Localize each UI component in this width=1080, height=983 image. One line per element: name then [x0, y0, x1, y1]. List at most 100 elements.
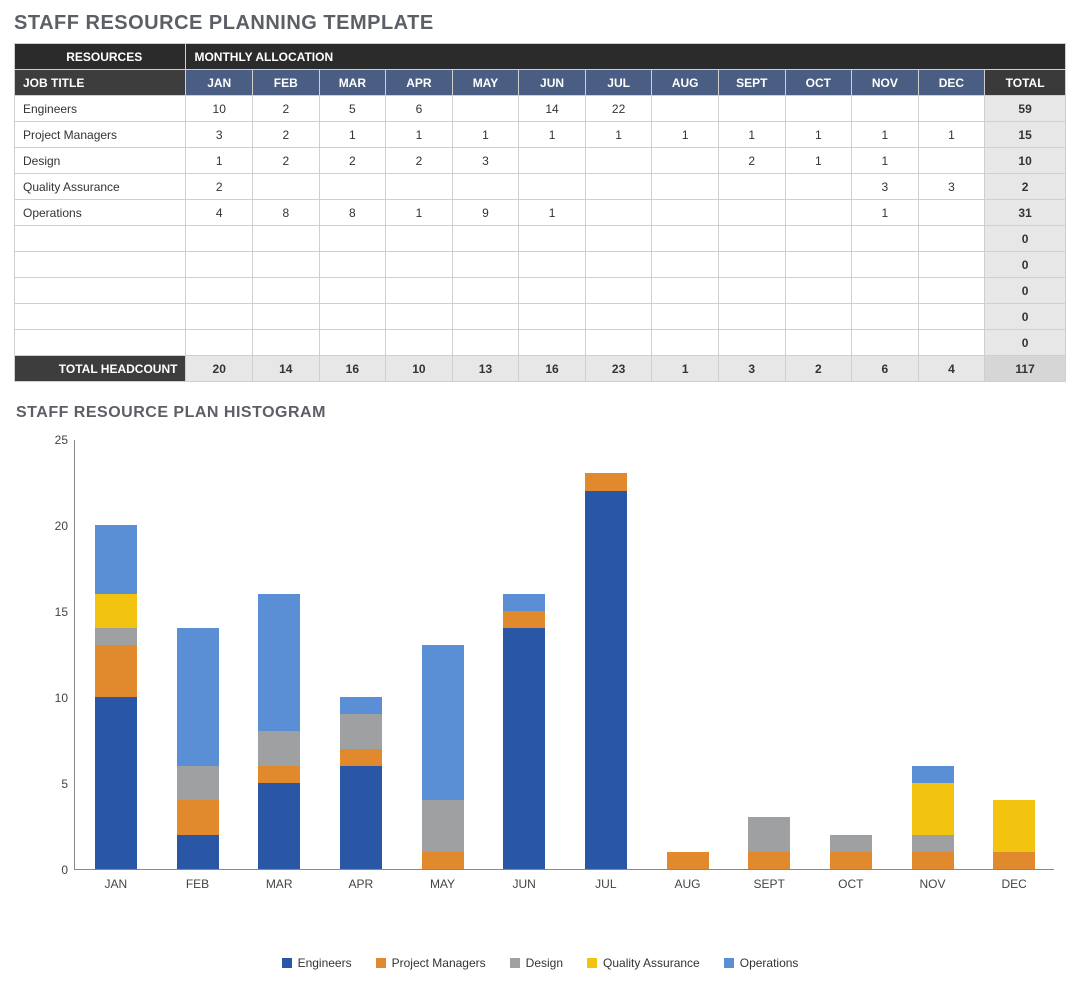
cell: 2	[253, 148, 320, 174]
cell	[918, 96, 985, 122]
footer-val: 16	[319, 356, 386, 382]
cell	[652, 304, 719, 330]
cell: 2	[253, 122, 320, 148]
row-total: 0	[985, 252, 1066, 278]
table-row: Engineers10256142259	[15, 96, 1066, 122]
cell	[386, 330, 453, 356]
hdr-month: NOV	[852, 70, 919, 96]
hdr-month: JUN	[519, 70, 586, 96]
chart-section-title: STAFF RESOURCE PLAN HISTOGRAM	[16, 404, 1066, 422]
row-total: 31	[985, 200, 1066, 226]
cell	[386, 278, 453, 304]
legend-swatch	[282, 958, 292, 968]
cell	[319, 330, 386, 356]
cell	[785, 278, 852, 304]
cell	[652, 174, 719, 200]
x-tick-label: DEC	[979, 877, 1049, 891]
cell	[718, 304, 785, 330]
bar-segment	[258, 783, 300, 869]
row-title: Quality Assurance	[15, 174, 186, 200]
cell	[652, 226, 719, 252]
cell: 14	[519, 96, 586, 122]
cell	[652, 148, 719, 174]
bar-column	[993, 800, 1035, 869]
cell	[852, 330, 919, 356]
cell	[519, 252, 586, 278]
bar-segment	[503, 594, 545, 611]
bar-segment	[912, 783, 954, 835]
bar-column	[585, 473, 627, 869]
bar-segment	[340, 714, 382, 748]
row-title: Design	[15, 148, 186, 174]
cell	[652, 96, 719, 122]
bar-column	[258, 594, 300, 869]
bar-column	[422, 645, 464, 869]
cell	[785, 96, 852, 122]
cell: 1	[519, 122, 586, 148]
x-tick-label: JAN	[81, 877, 151, 891]
cell	[253, 330, 320, 356]
footer-val: 13	[452, 356, 519, 382]
footer-val: 2	[785, 356, 852, 382]
legend-label: Project Managers	[392, 956, 486, 970]
cell	[852, 278, 919, 304]
cell	[386, 226, 453, 252]
cell	[652, 330, 719, 356]
bar-column	[177, 628, 219, 869]
cell: 1	[918, 122, 985, 148]
bar-segment	[585, 473, 627, 490]
cell	[452, 226, 519, 252]
bar-segment	[830, 835, 872, 852]
bar-segment	[748, 817, 790, 851]
cell	[585, 200, 652, 226]
cell	[918, 330, 985, 356]
row-total: 0	[985, 226, 1066, 252]
cell	[852, 226, 919, 252]
bar-segment	[912, 835, 954, 852]
footer-val: 3	[718, 356, 785, 382]
footer-val: 6	[852, 356, 919, 382]
cell: 3	[186, 122, 253, 148]
bar-segment	[912, 852, 954, 869]
footer-val: 23	[585, 356, 652, 382]
cell	[386, 174, 453, 200]
table-body: Engineers10256142259Project Managers3211…	[15, 96, 1066, 356]
bar-column	[340, 697, 382, 869]
cell: 9	[452, 200, 519, 226]
x-tick-label: APR	[326, 877, 396, 891]
x-tick-label: FEB	[163, 877, 233, 891]
cell: 1	[452, 122, 519, 148]
cell: 2	[319, 148, 386, 174]
bar-column	[95, 525, 137, 869]
x-tick-label: JUL	[571, 877, 641, 891]
footer-grand-total: 117	[985, 356, 1066, 382]
y-tick-label: 15	[14, 605, 68, 619]
cell	[918, 252, 985, 278]
cell	[718, 278, 785, 304]
cell: 2	[186, 174, 253, 200]
row-total: 15	[985, 122, 1066, 148]
cell	[319, 174, 386, 200]
cell	[452, 96, 519, 122]
hdr-month: MAY	[452, 70, 519, 96]
y-tick-label: 25	[14, 433, 68, 447]
table-row: 0	[15, 226, 1066, 252]
legend-item: Quality Assurance	[587, 956, 700, 970]
cell	[186, 278, 253, 304]
cell	[253, 226, 320, 252]
cell	[585, 304, 652, 330]
cell	[918, 304, 985, 330]
row-title	[15, 226, 186, 252]
bar-segment	[177, 835, 219, 869]
bar-column	[503, 594, 545, 869]
footer-val: 10	[386, 356, 453, 382]
y-tick-label: 5	[14, 777, 68, 791]
cell	[386, 304, 453, 330]
hdr-month: SEPT	[718, 70, 785, 96]
table-row: Design1222321110	[15, 148, 1066, 174]
cell	[918, 148, 985, 174]
cell: 1	[852, 122, 919, 148]
x-tick-label: SEPT	[734, 877, 804, 891]
cell	[519, 174, 586, 200]
cell	[652, 200, 719, 226]
